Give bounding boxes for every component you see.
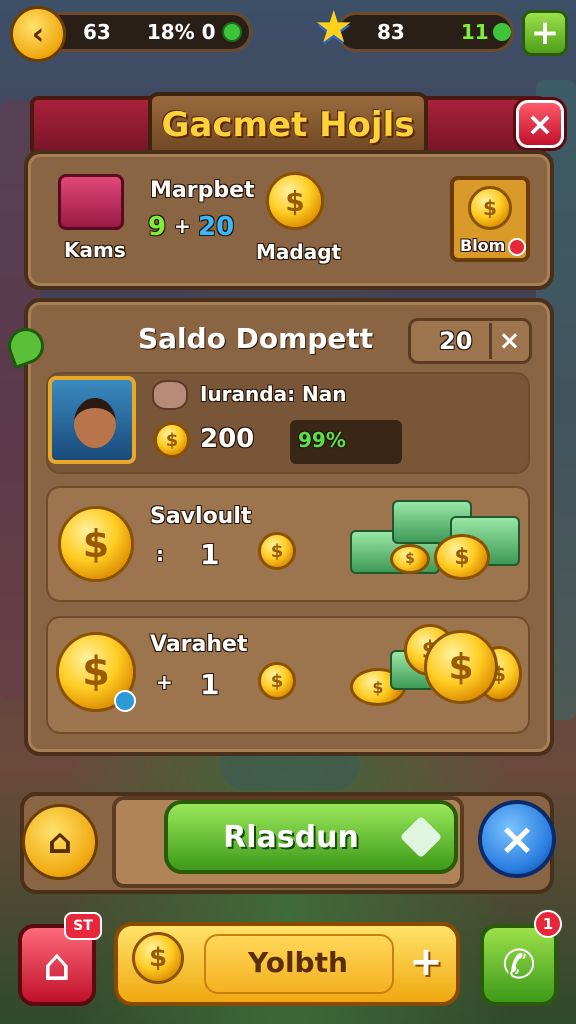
reward-value: 1 (200, 668, 220, 701)
resource-value: 83 (377, 20, 405, 44)
plus-icon: + (409, 939, 443, 985)
gem-icon (492, 23, 511, 41)
coin-stack-icon: $ (468, 186, 512, 230)
confirm-button[interactable]: Rlasdun (164, 800, 458, 874)
badge-icon (114, 690, 136, 712)
plus-icon: + (530, 13, 560, 53)
stat-left: 9 (148, 212, 167, 242)
coin-pile-icon: $ (434, 534, 490, 580)
coin-icon: $ (266, 172, 324, 230)
wallet-count-box: 20 × (408, 318, 532, 364)
reward-operator: : (156, 542, 164, 566)
wallet-count: 20 (439, 327, 473, 355)
gem-icon (508, 238, 526, 256)
wallet-title: Saldo Dompett (138, 322, 374, 355)
coin-icon: $ (258, 532, 296, 570)
resource-pill-left: 63 18% 0 (36, 12, 252, 52)
store-label: Blom (460, 236, 506, 255)
market-label: Marpbet (150, 178, 255, 203)
star-icon: ★ (314, 2, 354, 53)
phone-badge: 1 (534, 910, 562, 938)
house-icon: ⌂ (43, 939, 71, 991)
close-icon: × (498, 326, 521, 356)
chest-label: Kams (64, 238, 126, 262)
gem-icon (221, 22, 242, 42)
close-icon: × (498, 813, 536, 865)
coin-icon: $ (390, 544, 430, 574)
avatar-face (74, 398, 116, 448)
reward-value: 1 (200, 538, 220, 571)
avatar[interactable] (48, 376, 136, 464)
back-arrow-icon: ‹ (31, 16, 45, 52)
treasure-chest-icon[interactable] (58, 174, 124, 230)
stat-right: 20 (198, 212, 235, 242)
coin-icon: $ (258, 662, 296, 700)
back-button[interactable]: ‹ (10, 6, 66, 62)
player-coins: 200 (200, 424, 255, 454)
wallet-count-close-button[interactable]: × (489, 323, 527, 359)
stone-icon (152, 380, 188, 410)
player-name: Iuranda: Nan (200, 382, 347, 406)
close-dialog-button[interactable]: × (516, 100, 564, 148)
coin-label: Madagt (256, 240, 342, 264)
add-button[interactable]: + (406, 938, 446, 986)
resource-value: 18% 0 (146, 20, 216, 44)
phone-icon: ✆ (502, 942, 536, 988)
pencil-icon (399, 815, 443, 859)
resource-pill-right: 83 11 (336, 12, 514, 52)
stat-operator: + (174, 214, 191, 238)
phone-badge-text: 1 (542, 915, 554, 933)
currency-label: Yolbth (248, 946, 348, 979)
resource-value: 63 (83, 20, 111, 44)
coin-icon: $ (132, 932, 184, 984)
cancel-button[interactable]: × (478, 800, 556, 878)
reward-operator: + (156, 670, 173, 694)
reward-label: Savloult (150, 504, 252, 529)
big-coin-icon: $ (58, 506, 134, 582)
store-button[interactable]: $ Blom (450, 176, 530, 262)
top-bar: 63 18% 0 ‹ 83 11 ★ + (0, 0, 576, 70)
coin-icon: $ (154, 422, 190, 458)
close-icon: × (526, 105, 554, 143)
reward-label: Varahet (150, 632, 248, 657)
house-icon: ⌂ (47, 822, 73, 862)
home-badge: ST (64, 912, 102, 940)
home-round-button[interactable]: ⌂ (22, 804, 98, 880)
big-coin-icon: $ (424, 630, 498, 704)
confirm-label: Rlasdun (223, 819, 359, 855)
home-badge-text: ST (73, 918, 93, 934)
dialog-title: Gacmet Hojls (148, 92, 428, 158)
resource-value: 11 (460, 20, 489, 44)
progress-percent: 99% (298, 428, 346, 452)
add-currency-button[interactable]: + (522, 10, 568, 56)
